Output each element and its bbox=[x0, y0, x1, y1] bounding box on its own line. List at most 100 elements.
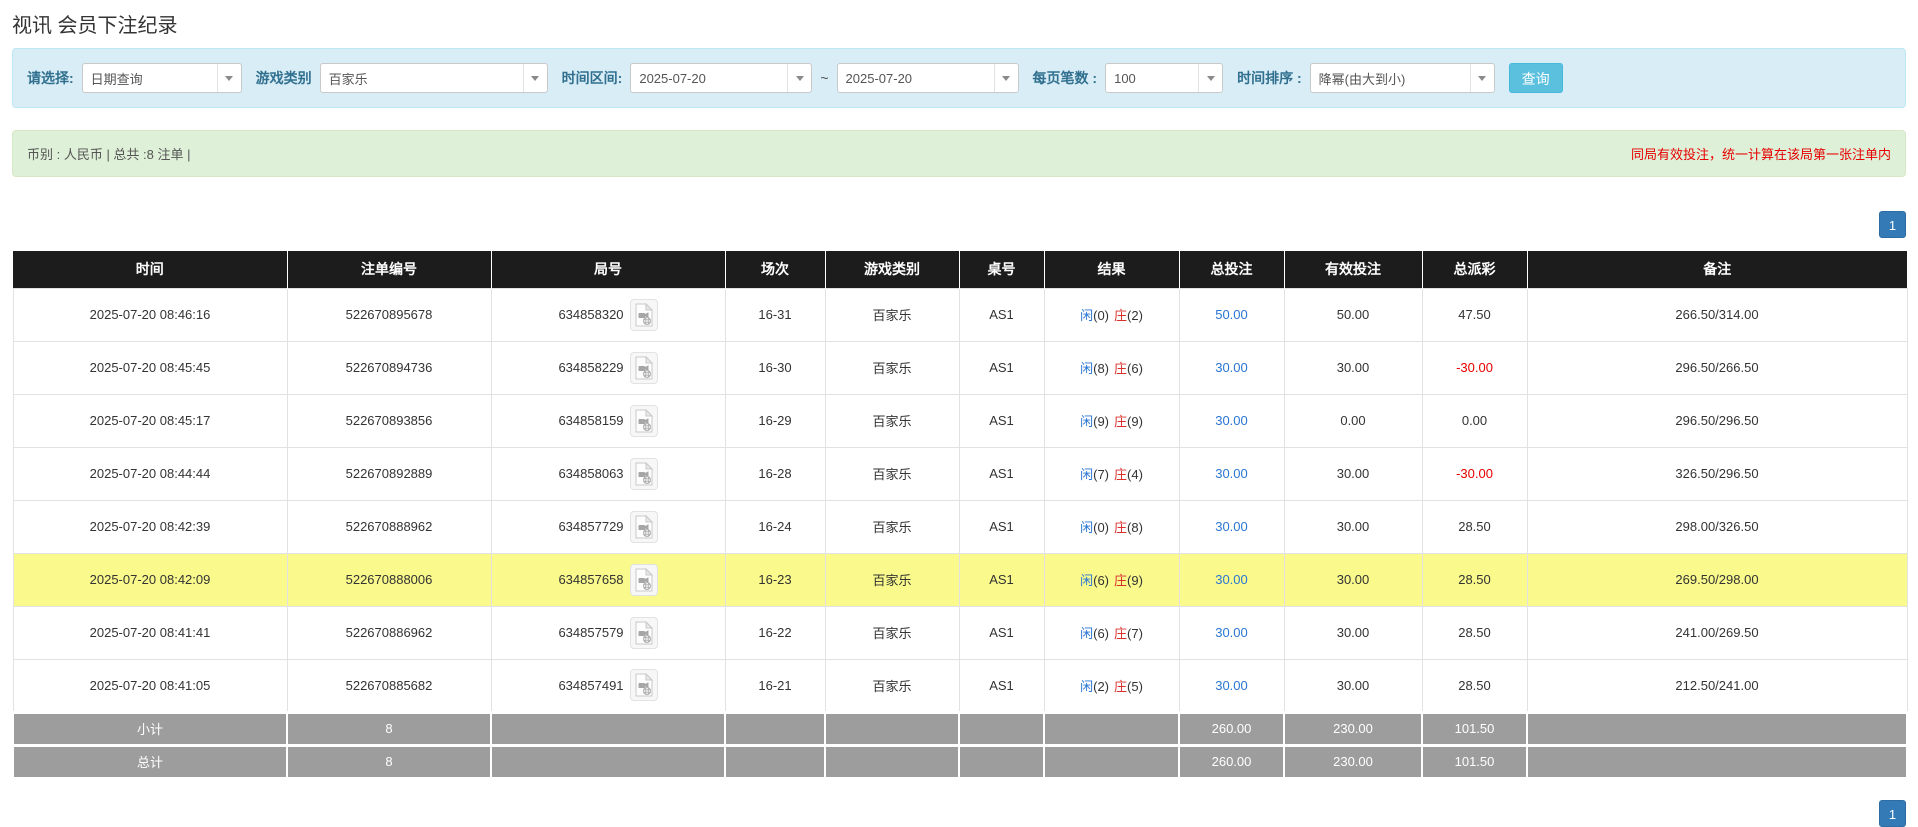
chevron-down-icon[interactable] bbox=[1198, 64, 1222, 92]
cell-game: 百家乐 bbox=[824, 552, 960, 607]
video-record-button[interactable] bbox=[629, 510, 658, 543]
chevron-down-icon[interactable] bbox=[993, 64, 1018, 92]
page-size-select[interactable]: 100 bbox=[1105, 63, 1224, 93]
cell-payout: 0.00 bbox=[1421, 393, 1528, 448]
cell-game: 百家乐 bbox=[824, 340, 960, 395]
cell-bet-id: 522670892889 bbox=[286, 446, 492, 501]
cell-valid-bet: 30.00 bbox=[1283, 552, 1423, 607]
header-result: 结果 bbox=[1044, 251, 1180, 288]
cell-bet-id: 522670888006 bbox=[286, 552, 492, 607]
result-player: 闲(6) bbox=[1080, 626, 1109, 641]
subtotal-count: 8 bbox=[286, 710, 492, 746]
date-to-select[interactable]: 2025-07-20 bbox=[836, 63, 1019, 93]
video-file-icon bbox=[635, 514, 653, 538]
total-bet-link[interactable]: 30.00 bbox=[1215, 678, 1248, 693]
chevron-down-icon[interactable] bbox=[216, 64, 241, 92]
header-round-id: 局号 bbox=[491, 251, 726, 288]
total-bet-link[interactable]: 30.00 bbox=[1215, 360, 1248, 375]
time-order-select[interactable]: 降幂(由大到小) bbox=[1309, 63, 1495, 93]
result-player: 闲(2) bbox=[1080, 678, 1109, 694]
result-banker: 庄(6) bbox=[1114, 361, 1143, 376]
video-file-icon bbox=[635, 567, 653, 591]
header-remark: 备注 bbox=[1527, 251, 1907, 288]
header-table-no: 桌号 bbox=[959, 251, 1045, 288]
cell-table-no: AS1 bbox=[958, 499, 1045, 554]
total-bet-link[interactable]: 30.00 bbox=[1215, 413, 1248, 428]
cell-time: 2025-07-20 08:41:05 bbox=[12, 658, 288, 713]
cell-payout: 28.50 bbox=[1421, 499, 1528, 554]
cell-bet-id: 522670888962 bbox=[286, 499, 492, 554]
cell-table-no: AS1 bbox=[958, 552, 1045, 607]
total-bet-link[interactable]: 50.00 bbox=[1215, 307, 1248, 322]
cell-remark: 212.50/241.00 bbox=[1526, 658, 1908, 713]
video-record-button[interactable] bbox=[629, 616, 658, 649]
result-banker: 庄(5) bbox=[1114, 678, 1143, 694]
result-banker: 庄(2) bbox=[1114, 308, 1143, 323]
round-id-text: 634858159 bbox=[558, 413, 624, 428]
cell-time: 2025-07-20 08:45:45 bbox=[12, 340, 288, 395]
video-record-button[interactable] bbox=[629, 351, 658, 384]
grand-total-valid-bet: 230.00 bbox=[1283, 743, 1423, 779]
cell-remark: 298.00/326.50 bbox=[1526, 499, 1908, 554]
total-bet-link[interactable]: 30.00 bbox=[1215, 519, 1248, 534]
result-player: 闲(6) bbox=[1080, 573, 1109, 588]
chevron-down-icon[interactable] bbox=[787, 64, 811, 92]
game-category-label: 游戏类别 bbox=[255, 70, 312, 86]
cell-bet-id: 522670895678 bbox=[286, 287, 492, 342]
cell-valid-bet: 30.00 bbox=[1283, 446, 1423, 501]
video-file-icon bbox=[635, 620, 653, 644]
subtotal-label: 小计 bbox=[12, 710, 288, 746]
cell-session: 16-22 bbox=[724, 605, 826, 660]
cell-bet-id: 522670886962 bbox=[286, 605, 492, 660]
game-category-select[interactable]: 百家乐 bbox=[319, 63, 548, 93]
cell-table-no: AS1 bbox=[958, 658, 1045, 713]
video-file-icon bbox=[635, 302, 653, 326]
cell-valid-bet: 50.00 bbox=[1283, 287, 1423, 342]
cell-round-id: 634858063 bbox=[490, 446, 726, 501]
total-bet-link[interactable]: 30.00 bbox=[1215, 572, 1248, 587]
time-order-label: 时间排序 : bbox=[1237, 70, 1302, 86]
video-record-button[interactable] bbox=[629, 298, 658, 331]
cell-valid-bet: 0.00 bbox=[1283, 393, 1423, 448]
round-id-text: 634857579 bbox=[558, 625, 624, 640]
cell-game: 百家乐 bbox=[824, 658, 960, 713]
result-player: 闲(8) bbox=[1080, 361, 1109, 376]
search-button[interactable]: 查询 bbox=[1508, 63, 1563, 93]
cell-time: 2025-07-20 08:45:17 bbox=[12, 393, 288, 448]
filter-panel: 请选择: 日期查询 游戏类别 百家乐 时间区间: 2025-07-20 ~ 20… bbox=[12, 48, 1906, 108]
chevron-down-icon[interactable] bbox=[522, 64, 547, 92]
video-record-button[interactable] bbox=[629, 457, 658, 490]
total-bet-link[interactable]: 30.00 bbox=[1215, 625, 1248, 640]
date-from-select[interactable]: 2025-07-20 bbox=[630, 63, 813, 93]
video-record-button[interactable] bbox=[629, 404, 658, 437]
cell-time: 2025-07-20 08:42:39 bbox=[12, 499, 288, 554]
cell-game: 百家乐 bbox=[824, 605, 960, 660]
cell-valid-bet: 30.00 bbox=[1283, 658, 1423, 713]
cell-payout: -30.00 bbox=[1421, 446, 1528, 501]
round-id-text: 634858063 bbox=[558, 466, 624, 481]
result-banker: 庄(8) bbox=[1114, 520, 1143, 535]
cell-round-id: 634858159 bbox=[490, 393, 726, 448]
page-1-button[interactable]: 1 bbox=[1879, 800, 1906, 827]
cell-total-bet: 30.00 bbox=[1178, 499, 1285, 554]
cell-game: 百家乐 bbox=[824, 393, 960, 448]
summary-bar: 币别 : 人民币 | 总共 :8 注单 | 同局有效投注，统一计算在该局第一张注… bbox=[12, 130, 1906, 177]
cell-total-bet: 30.00 bbox=[1178, 446, 1285, 501]
chevron-down-icon[interactable] bbox=[1469, 64, 1494, 92]
video-record-button[interactable] bbox=[629, 669, 658, 701]
header-total-bet: 总投注 bbox=[1179, 251, 1285, 288]
page: 视讯 会员下注纪录 请选择: 日期查询 游戏类别 百家乐 时间区间: 2025-… bbox=[0, 0, 1918, 827]
total-bet-link[interactable]: 30.00 bbox=[1215, 466, 1248, 481]
video-record-button[interactable] bbox=[629, 563, 658, 596]
time-range-label: 时间区间: bbox=[561, 70, 623, 86]
query-type-select[interactable]: 日期查询 bbox=[81, 63, 242, 93]
page-1-button[interactable]: 1 bbox=[1879, 211, 1906, 238]
cell-bet-id: 522670885682 bbox=[286, 658, 492, 713]
cell-result: 闲(8) 庄(6) bbox=[1043, 340, 1180, 395]
currency-total-text: 币别 : 人民币 | 总共 :8 注单 | bbox=[27, 147, 191, 162]
cell-total-bet: 30.00 bbox=[1178, 340, 1285, 395]
video-file-icon bbox=[635, 673, 653, 697]
range-separator: ~ bbox=[820, 70, 829, 86]
header-session: 场次 bbox=[725, 251, 826, 288]
cell-session: 16-28 bbox=[724, 446, 826, 501]
